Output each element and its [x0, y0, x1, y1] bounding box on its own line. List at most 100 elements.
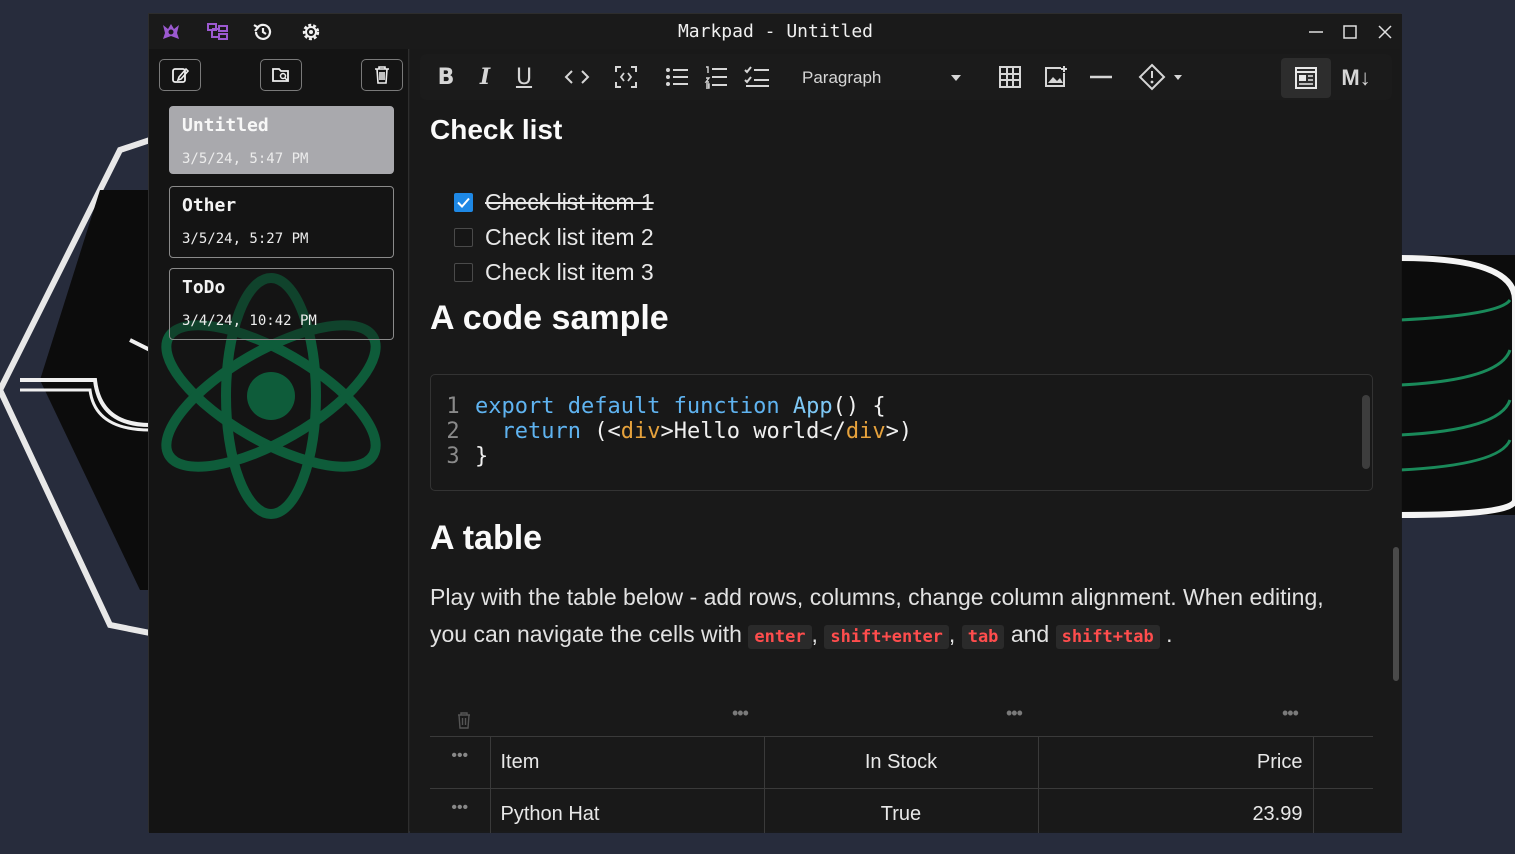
task-list-button[interactable]	[739, 60, 775, 94]
checkmark-icon	[457, 197, 470, 208]
formatting-toolbar: B I U Paragraph M↓	[420, 54, 1392, 100]
line-number: 2	[446, 419, 460, 444]
code-block-icon	[615, 66, 637, 88]
maximize-icon	[1343, 25, 1357, 39]
note-item-other[interactable]: Other 3/5/24, 5:27 PM	[169, 186, 394, 258]
preview-mode-button[interactable]	[1281, 58, 1331, 98]
kbd-shift-enter: shift+enter	[824, 625, 949, 649]
diamond-icon	[1138, 63, 1182, 91]
delete-icon	[375, 66, 389, 84]
preview-icon	[1295, 67, 1317, 89]
diagram-dropdown-button[interactable]	[1136, 60, 1188, 94]
paragraph-separator: ,	[811, 621, 818, 647]
code-heading: A code sample	[430, 299, 669, 337]
note-item-untitled[interactable]: Untitled 3/5/24, 5:47 PM	[169, 106, 394, 174]
checkbox-checked[interactable]	[454, 192, 473, 212]
checkbox-unchecked[interactable]	[454, 262, 473, 282]
line-number: 1	[446, 394, 460, 419]
checklist-heading: Check list	[430, 114, 563, 145]
column-handle[interactable]: •••	[732, 703, 749, 724]
paragraph-style-select[interactable]: Paragraph	[802, 64, 962, 92]
table-header-cell[interactable]: Item	[489, 736, 764, 789]
bold-button[interactable]: B	[428, 60, 464, 94]
checklist-item[interactable]: Check list item 3	[454, 257, 654, 287]
bullet-list-icon	[666, 68, 688, 86]
table-heading: A table	[430, 519, 543, 557]
open-folder-button[interactable]	[260, 59, 302, 91]
checklist-item-text: Check list item 2	[485, 223, 654, 250]
horizontal-rule-button[interactable]	[1083, 60, 1119, 94]
editor-pane[interactable]: B I U Paragraph M↓ Check list Check list…	[410, 49, 1402, 833]
code-block[interactable]: 1 export default function App() { 2 retu…	[430, 374, 1373, 491]
paragraph-separator: ,	[948, 621, 956, 647]
column-handle[interactable]: •••	[1006, 703, 1023, 724]
delete-table-icon[interactable]	[456, 711, 472, 729]
note-title: Untitled	[182, 115, 269, 136]
checklist-item[interactable]: Check list item 1	[454, 187, 654, 217]
table-cell[interactable]: Python Hat	[489, 788, 764, 833]
new-note-button[interactable]	[159, 59, 201, 91]
table-description: Play with the table below - add rows, co…	[430, 579, 1360, 656]
kbd-tab: tab	[961, 625, 1005, 649]
underline-button[interactable]: U	[506, 60, 542, 94]
note-item-todo[interactable]: ToDo 3/4/24, 10:42 PM	[169, 268, 394, 340]
paragraph-style-value: Paragraph	[802, 68, 882, 87]
sidebar: Untitled 3/5/24, 5:47 PM Other 3/5/24, 5…	[149, 49, 409, 833]
inline-code-button[interactable]	[559, 60, 595, 94]
code-icon	[564, 70, 590, 84]
code-block-button[interactable]	[608, 60, 644, 94]
table-spacer	[1313, 736, 1373, 789]
note-title: Other	[182, 195, 237, 216]
window-title: Markpad - Untitled	[677, 21, 874, 42]
table-header-row: ••• Item In Stock Price	[430, 736, 1373, 789]
maximize-button[interactable]	[1335, 20, 1365, 44]
italic-button[interactable]: I	[467, 60, 503, 94]
delete-note-button[interactable]	[361, 59, 403, 91]
checklist-item[interactable]: Check list item 2	[454, 222, 654, 252]
note-date: 3/4/24, 10:42 PM	[182, 313, 317, 329]
checklist-item-text: Check list item 1	[485, 188, 654, 215]
row-handle[interactable]: •••	[430, 788, 490, 833]
data-table[interactable]: ••• Item In Stock Price ••• Python Hat T…	[430, 736, 1373, 833]
minimize-button[interactable]	[1301, 20, 1331, 44]
chevron-down-icon	[951, 75, 961, 81]
code-scrollbar[interactable]	[1362, 395, 1370, 469]
row-handle[interactable]: •••	[430, 736, 490, 789]
new-note-icon	[172, 67, 189, 83]
image-icon	[1045, 66, 1067, 87]
ordered-list-button[interactable]	[698, 60, 734, 94]
insert-image-button[interactable]	[1038, 60, 1074, 94]
table-cell[interactable]: 23.99	[1037, 788, 1314, 833]
markdown-mode-button[interactable]: M↓	[1331, 58, 1381, 98]
table-header-cell[interactable]: Price	[1037, 736, 1314, 789]
insert-table-button[interactable]	[992, 60, 1028, 94]
table-icon	[999, 66, 1021, 88]
task-list-icon	[744, 66, 769, 87]
table-header-cell[interactable]: In Stock	[763, 736, 1038, 789]
editor-scrollbar[interactable]	[1393, 547, 1399, 681]
checklist-item-text: Check list item 3	[485, 258, 654, 285]
table-row: ••• Python Hat True 23.99	[430, 788, 1373, 833]
ordered-list-icon	[704, 66, 727, 89]
close-button[interactable]	[1370, 20, 1400, 44]
table-spacer	[1313, 788, 1373, 833]
kbd-enter: enter	[748, 625, 812, 649]
app-window: Markpad - Untitled Untitled 3/5/24, 5:47…	[148, 13, 1402, 833]
note-date: 3/5/24, 5:47 PM	[182, 151, 309, 167]
code-line: 1 export default function App() {	[431, 394, 885, 420]
note-date: 3/5/24, 5:27 PM	[182, 231, 309, 247]
checkbox-unchecked[interactable]	[454, 227, 473, 247]
line-number: 3	[446, 444, 460, 469]
table-cell[interactable]: True	[763, 788, 1038, 833]
paragraph-and: and	[1010, 621, 1050, 647]
kbd-shift-tab: shift+tab	[1055, 625, 1160, 649]
title-bar[interactable]: Markpad - Untitled	[149, 14, 1402, 49]
bullet-list-button[interactable]	[659, 60, 695, 94]
open-folder-icon	[272, 68, 289, 82]
paragraph-end: .	[1166, 621, 1173, 647]
column-handle[interactable]: •••	[1282, 703, 1299, 724]
code-line: 3 }	[431, 444, 488, 470]
minimize-icon	[1309, 31, 1323, 33]
code-line: 2 return (< div >Hello world</div >)	[431, 419, 912, 445]
close-icon	[1378, 25, 1392, 39]
